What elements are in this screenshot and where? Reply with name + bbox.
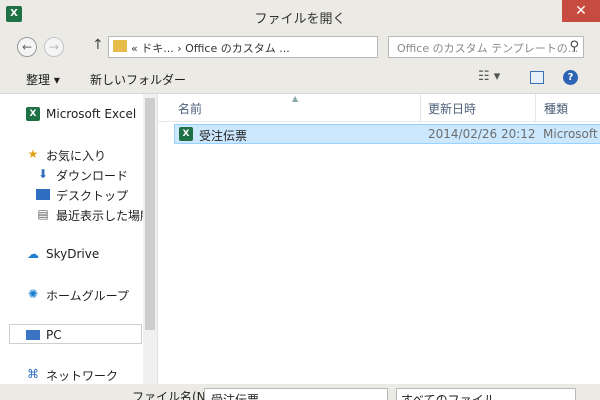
- homegroup-icon: ✺: [27, 287, 39, 301]
- cloud-icon: ☁: [27, 247, 39, 261]
- up-button[interactable]: ↑: [92, 37, 104, 53]
- computer-icon: [26, 330, 40, 340]
- preview-pane-icon[interactable]: [530, 71, 544, 84]
- table-row[interactable]: X 受注伝票 2014/02/26 20:12 Microsoft: [174, 124, 600, 144]
- download-icon: ⬇: [37, 167, 49, 181]
- file-name: 受注伝票: [199, 129, 248, 143]
- sidebar-scrollbar[interactable]: [143, 94, 157, 384]
- navigation-bar: ← → ↑ « ドキ... › Office のカスタム ... ▼ ↻ Off…: [0, 32, 600, 62]
- column-name[interactable]: 名前: [178, 100, 202, 117]
- sidebar-item-pc[interactable]: PC: [9, 324, 142, 344]
- sidebar-item-network[interactable]: ⌘ ネットワーク: [0, 364, 150, 384]
- sidebar-item-label: ネットワーク: [46, 369, 119, 383]
- filter-value: すべてのファイル: [401, 393, 496, 400]
- search-placeholder: Office のカスタム テンプレートの...: [397, 42, 579, 55]
- sidebar-item-label: PC: [46, 328, 62, 342]
- sidebar-item-label: ダウンロード: [56, 169, 129, 183]
- file-type-filter[interactable]: すべてのファイル: [396, 388, 576, 400]
- column-modified[interactable]: 更新日時: [428, 100, 476, 117]
- sidebar-item-label: Microsoft Excel: [46, 107, 137, 121]
- filename-input[interactable]: 受注伝票: [204, 388, 388, 400]
- column-type[interactable]: 種類: [544, 100, 568, 117]
- file-type: Microsoft: [543, 127, 598, 141]
- filename-label: ファイル名(N):: [132, 390, 215, 400]
- title-bar: X ファイルを開く ✕: [0, 0, 600, 32]
- file-list: ▲ 名前 更新日時 種類 X 受注伝票 2014/02/26 20:12 Mic…: [158, 94, 600, 384]
- scrollbar-thumb[interactable]: [145, 98, 155, 330]
- recent-places-icon: ▤: [37, 207, 49, 221]
- window-title: ファイルを開く: [254, 12, 346, 27]
- help-icon[interactable]: ?: [563, 70, 578, 85]
- column-divider[interactable]: [535, 94, 536, 122]
- search-input[interactable]: Office のカスタム テンプレートの... ⚲: [388, 36, 584, 58]
- sidebar-item-homegroup[interactable]: ✺ ホームグループ: [0, 284, 150, 304]
- column-header-row: ▲ 名前 更新日時 種類: [158, 94, 600, 122]
- new-folder-button[interactable]: 新しいフォルダー: [90, 71, 186, 88]
- address-bar[interactable]: « ドキ... › Office のカスタム ... ▼ ↻: [108, 36, 473, 59]
- command-bar: 整理 ▾ 新しいフォルダー ☷ ▾ ?: [0, 62, 600, 94]
- filename-bar: ファイル名(N): 受注伝票 すべてのファイル: [0, 384, 600, 400]
- sidebar-item-label: デスクトップ: [56, 189, 129, 203]
- navigation-pane: X Microsoft Excel ★ お気に入り ⬇ ダウンロード デスクトッ…: [0, 94, 158, 384]
- filename-value: 受注伝票: [211, 393, 260, 400]
- back-button[interactable]: ←: [17, 37, 37, 57]
- sidebar-item-desktop[interactable]: デスクトップ: [0, 184, 150, 204]
- organize-button[interactable]: 整理 ▾: [26, 71, 60, 88]
- desktop-icon: [36, 189, 50, 200]
- sidebar-item-skydrive[interactable]: ☁ SkyDrive: [0, 244, 150, 264]
- sidebar-item-label: SkyDrive: [46, 247, 100, 261]
- sidebar-item-label: ホームグループ: [46, 289, 129, 303]
- sidebar-item-downloads[interactable]: ⬇ ダウンロード: [0, 164, 150, 184]
- folder-icon: [113, 40, 127, 52]
- file-modified: 2014/02/26 20:12: [428, 127, 536, 141]
- column-divider[interactable]: [420, 94, 421, 122]
- star-icon: ★: [27, 147, 39, 161]
- sidebar-item-excel[interactable]: X Microsoft Excel: [0, 104, 150, 124]
- sort-ascending-icon: ▲: [292, 94, 299, 103]
- close-button[interactable]: ✕: [562, 0, 600, 22]
- excel-icon: X: [26, 107, 40, 121]
- search-icon[interactable]: ⚲: [569, 39, 579, 54]
- sidebar-item-recent[interactable]: ▤ 最近表示した場所: [0, 204, 153, 224]
- excel-file-icon: X: [179, 127, 193, 141]
- sidebar-item-label: お気に入り: [46, 149, 107, 163]
- breadcrumb-path[interactable]: « ドキ... › Office のカスタム ...: [131, 40, 290, 56]
- sidebar-item-favorites[interactable]: ★ お気に入り: [0, 144, 150, 164]
- forward-button[interactable]: →: [44, 37, 64, 57]
- network-icon: ⌘: [27, 367, 39, 381]
- sidebar-item-label: 最近表示した場所: [56, 209, 153, 223]
- view-options-icon[interactable]: ☷ ▾: [478, 69, 500, 84]
